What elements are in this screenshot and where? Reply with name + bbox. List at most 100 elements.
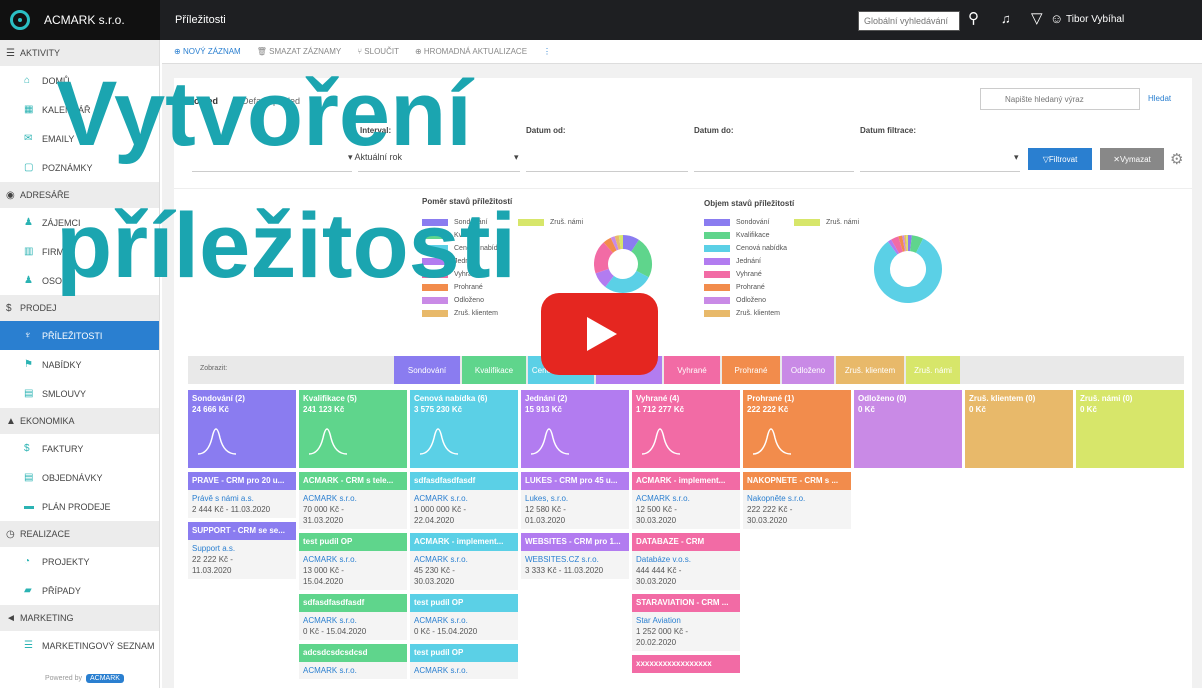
status-chip[interactable]: Zruš. námi: [906, 356, 960, 384]
status-chip[interactable]: Sondování: [394, 356, 460, 384]
column-header[interactable]: Sondování (2) 24 666 Kč: [188, 390, 296, 468]
card-company[interactable]: ACMARK s.r.o.: [414, 554, 514, 565]
sidebar-item-1[interactable]: ⌂ DOMŮ: [0, 66, 159, 95]
search-icon[interactable]: ⚲: [968, 9, 979, 29]
card-title[interactable]: ACMARK - implement...: [632, 472, 740, 490]
card-company[interactable]: ACMARK s.r.o.: [414, 615, 514, 626]
column-header[interactable]: Cenová nabídka (6) 3 575 230 Kč: [410, 390, 518, 468]
sidebar-item-11[interactable]: ⚑ NABÍDKY: [0, 350, 159, 379]
column-header[interactable]: Odloženo (0) 0 Kč: [854, 390, 962, 468]
card-company[interactable]: ACMARK s.r.o.: [636, 493, 736, 504]
sidebar-section-5[interactable]: ◉ ADRESÁŘE: [0, 182, 159, 208]
status-chip[interactable]: Prohrané: [722, 356, 780, 384]
card-company[interactable]: WEBSITES.CZ s.r.o.: [525, 554, 625, 565]
card-company[interactable]: Lukes, s.r.o.: [525, 493, 625, 504]
column-header[interactable]: Vyhrané (4) 1 712 277 Kč: [632, 390, 740, 468]
sidebar-section-17[interactable]: ◷ REALIZACE: [0, 521, 159, 547]
filter-button[interactable]: ▽ Filtrovat: [1028, 148, 1092, 170]
date-to-field[interactable]: [694, 171, 854, 172]
card-company[interactable]: Star Aviation: [636, 615, 736, 626]
sidebar-item-8[interactable]: ♟ OSOBY: [0, 266, 159, 295]
interval-select[interactable]: ▾ Aktuální rok: [348, 152, 402, 163]
card-title[interactable]: ACMARK - CRM s tele...: [299, 472, 407, 490]
sidebar-item-16[interactable]: ▬ PLÁN PRODEJE: [0, 492, 159, 521]
sidebar-item-12[interactable]: ▤ SMLOUVY: [0, 379, 159, 408]
sidebar-section-13[interactable]: ▲ EKONOMIKA: [0, 408, 159, 434]
chevron-down-icon[interactable]: ▾: [1014, 152, 1019, 163]
card-title[interactable]: LUKES - CRM pro 45 u...: [521, 472, 629, 490]
status-chip[interactable]: Zruš. klientem: [836, 356, 904, 384]
merge-button[interactable]: ⑂ SLOUČIT: [357, 47, 399, 56]
card-company[interactable]: Právě s námi a.s.: [192, 493, 292, 504]
column-header[interactable]: Zruš. námi (0) 0 Kč: [1076, 390, 1184, 468]
card-title[interactable]: test pudíl OP: [299, 533, 407, 551]
bell-icon[interactable]: ♫: [1001, 9, 1011, 29]
new-record-button[interactable]: ⊕ NOVÝ ZÁZNAM: [174, 47, 241, 56]
card-company[interactable]: ACMARK s.r.o.: [414, 493, 514, 504]
sidebar-item-2[interactable]: ▦ KALENDÁŘ: [0, 95, 159, 124]
card-company[interactable]: ACMARK s.r.o.: [303, 615, 403, 626]
card-title[interactable]: test pudíl OP: [410, 594, 518, 612]
view-tab[interactable]: Pohled: [188, 96, 218, 106]
sidebar-item-15[interactable]: ▤ OBJEDNÁVKY: [0, 463, 159, 492]
search-input[interactable]: [980, 88, 1140, 110]
sidebar-item-4[interactable]: ▢ POZNÁMKY: [0, 153, 159, 182]
filter-icon[interactable]: ▽: [1031, 9, 1043, 29]
dollar-icon: $: [24, 443, 30, 454]
card-title[interactable]: adcsdcsdcsdcsd: [299, 644, 407, 662]
card-company[interactable]: Nakopněte s.r.o.: [747, 493, 847, 504]
card-company[interactable]: ACMARK s.r.o.: [414, 665, 514, 676]
card-title[interactable]: DATABAZE - CRM: [632, 533, 740, 551]
sidebar-item-10[interactable]: ♆ PŘÍLEŽITOSTI: [0, 321, 159, 350]
chevron-down-icon[interactable]: ▾: [514, 152, 519, 163]
status-chip[interactable]: Odloženo: [782, 356, 834, 384]
sidebar-item-19[interactable]: ▰ PŘÍPADY: [0, 576, 159, 605]
card-title[interactable]: test pudíl OP: [410, 644, 518, 662]
sidebar-item-21[interactable]: ☰ MARKETINGOVÝ SEZNAM: [0, 631, 159, 660]
card-company[interactable]: Databáze v.o.s.: [636, 554, 736, 565]
sidebar-item-14[interactable]: $ FAKTURY: [0, 434, 159, 463]
global-search-input[interactable]: [858, 11, 960, 31]
user-icon[interactable]: ☺: [1050, 9, 1063, 29]
sidebar-section-20[interactable]: ◄ MARKETING: [0, 605, 159, 631]
app-logo[interactable]: ACMARK s.r.o.: [0, 0, 160, 40]
sidebar-section-9[interactable]: $ PRODEJ: [0, 295, 159, 321]
column-header[interactable]: Kvalifikace (5) 241 123 Kč: [299, 390, 407, 468]
card-company[interactable]: Support a.s.: [192, 543, 292, 554]
column-header[interactable]: Prohrané (1) 222 222 Kč: [743, 390, 851, 468]
sidebar-item-label: PROJEKTY: [42, 556, 90, 567]
sidebar-item-18[interactable]: ◔ PROJEKTY: [0, 547, 159, 576]
sidebar-item-6[interactable]: ♟ ZÁJEMCI: [0, 208, 159, 237]
date-from-field[interactable]: [526, 171, 688, 172]
filter-date-field[interactable]: [860, 171, 1020, 172]
card-title[interactable]: SUPPORT - CRM se se...: [188, 522, 296, 540]
card-title[interactable]: sdfasdfasdfasdf: [410, 472, 518, 490]
gear-icon[interactable]: ⚙: [1170, 150, 1183, 168]
sidebar-item-7[interactable]: ▥ FIRMY: [0, 237, 159, 266]
card-company[interactable]: ACMARK s.r.o.: [303, 665, 403, 676]
status-chip[interactable]: Vyhrané: [664, 356, 720, 384]
delete-records-button[interactable]: 🗑 SMAZAT ZÁZNAMY: [257, 47, 342, 56]
sidebar-item-3[interactable]: ✉ EMAILY: [0, 124, 159, 153]
card-company[interactable]: ACMARK s.r.o.: [303, 493, 403, 504]
legend-swatch: [422, 258, 448, 265]
default-view-tab[interactable]: Default pohled: [242, 96, 300, 106]
card-title[interactable]: xxxxxxxxxxxxxxxxx: [632, 655, 740, 673]
user-name[interactable]: Tibor Vybíhal: [1066, 14, 1124, 25]
card-title[interactable]: sdfasdfasdfasdf: [299, 594, 407, 612]
card-title[interactable]: STARAVIATION - CRM ...: [632, 594, 740, 612]
column-header[interactable]: Jednání (2) 15 913 Kč: [521, 390, 629, 468]
card-title[interactable]: ACMARK - implement...: [410, 533, 518, 551]
mass-update-button[interactable]: ⊕ HROMADNÁ AKTUALIZACE: [415, 47, 527, 56]
status-chip[interactable]: Kvalifikace: [462, 356, 526, 384]
card-company[interactable]: ACMARK s.r.o.: [303, 554, 403, 565]
card-title[interactable]: WEBSITES - CRM pro 1...: [521, 533, 629, 551]
play-button[interactable]: [541, 293, 658, 375]
clear-button[interactable]: ✕ Vymazat: [1100, 148, 1164, 170]
sidebar-section-0[interactable]: ☰ AKTIVITY: [0, 40, 159, 66]
column-header[interactable]: Zruš. klientem (0) 0 Kč: [965, 390, 1073, 468]
more-icon[interactable]: ⋮: [543, 47, 551, 56]
search-link[interactable]: Hledat: [1148, 94, 1171, 103]
card-title[interactable]: NAKOPNETE - CRM s ...: [743, 472, 851, 490]
card-title[interactable]: PRAVE - CRM pro 20 u...: [188, 472, 296, 490]
